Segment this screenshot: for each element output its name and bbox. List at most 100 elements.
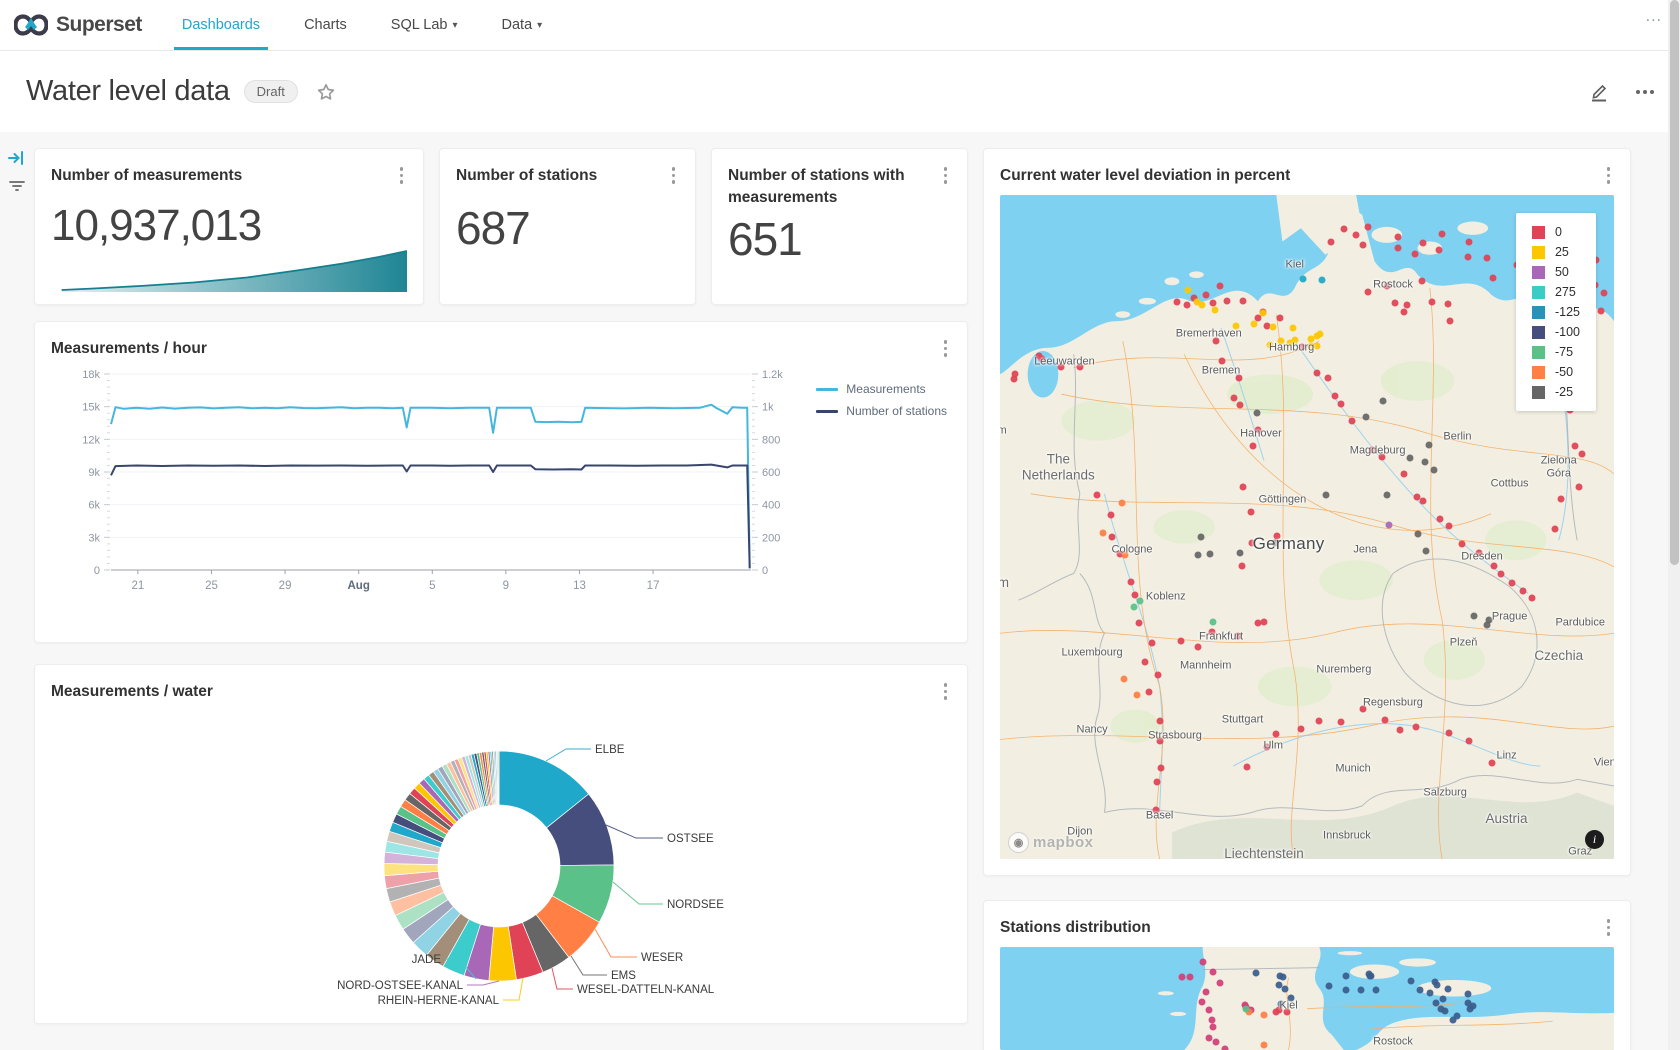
- map-legend-item[interactable]: -50: [1532, 365, 1580, 379]
- map-place-label: The Netherlands: [1022, 452, 1095, 483]
- chart-options-icon[interactable]: [940, 338, 952, 359]
- water-donut-card: Measurements / water ELBEOSTSEENORDSEEWE…: [34, 664, 968, 1024]
- svg-text:OSTSEE: OSTSEE: [667, 833, 714, 845]
- map-place-label: Graz: [1568, 846, 1592, 859]
- filter-icon[interactable]: [7, 176, 27, 201]
- hourly-chart-body: 18k1.2k15k1k12k8009k6006k4003k2000021252…: [51, 360, 951, 618]
- legend-value-label: 50: [1555, 265, 1569, 279]
- edit-pencil-icon[interactable]: [1588, 81, 1610, 103]
- legend-swatch: [816, 388, 838, 391]
- svg-text:Aug: Aug: [348, 580, 370, 592]
- chart-options-icon[interactable]: [1603, 917, 1615, 938]
- legend-value-label: -100: [1555, 325, 1580, 339]
- svg-text:0: 0: [94, 565, 100, 577]
- map-legend-item[interactable]: -25: [1532, 385, 1580, 399]
- kpi-card-stations: Number of stations 687: [439, 148, 696, 305]
- map-place-label: Hamburg: [1269, 341, 1314, 354]
- svg-text:800: 800: [762, 435, 780, 447]
- svg-text:WESER: WESER: [641, 952, 683, 964]
- svg-text:9k: 9k: [88, 467, 100, 479]
- kpi-value: 651: [728, 212, 951, 266]
- stations-map-canvas[interactable]: KielRostock: [1000, 947, 1614, 1050]
- map-place-label: Jena: [1353, 544, 1377, 557]
- chart-options-icon[interactable]: [396, 165, 408, 186]
- top-navbar: Superset Dashboards Charts SQL Lab Data …: [0, 0, 1680, 51]
- draft-badge[interactable]: Draft: [244, 80, 298, 103]
- map-place-label: Kiel: [1286, 258, 1304, 271]
- scrollbar-thumb[interactable]: [1670, 0, 1679, 565]
- legend-label: Measurements: [846, 382, 925, 396]
- map-legend-item[interactable]: 0: [1532, 225, 1580, 239]
- map-place-label: Czechia: [1534, 649, 1583, 665]
- kpi-card-measurements: Number of measurements 10,937,013: [34, 148, 424, 305]
- legend-color-swatch: [1532, 366, 1545, 379]
- map-place-label: Berlin: [1443, 431, 1471, 444]
- legend-value-label: -50: [1555, 365, 1573, 379]
- svg-text:25: 25: [205, 580, 218, 592]
- navbar-overflow-menu[interactable]: ...: [1646, 8, 1662, 26]
- expand-filter-bar-icon[interactable]: [7, 148, 27, 173]
- map-legend: 0 25 50 275 -125 -100 -75 -50 -25: [1516, 213, 1596, 411]
- map-attribution: ◉ mapbox: [1008, 832, 1094, 853]
- mapbox-logo-icon[interactable]: ◉: [1008, 832, 1029, 853]
- chart-options-icon[interactable]: [668, 165, 680, 186]
- chart-options-icon[interactable]: [1603, 165, 1615, 186]
- mapbox-wordmark[interactable]: mapbox: [1033, 834, 1094, 851]
- map-legend-item[interactable]: -75: [1532, 345, 1580, 359]
- map-place-label: Leeuwarden: [1034, 356, 1095, 369]
- legend-item[interactable]: Measurements: [816, 382, 947, 396]
- nav-tab-dashboards[interactable]: Dashboards: [160, 0, 282, 50]
- map-place-label: Magdeburg: [1350, 444, 1406, 457]
- svg-text:400: 400: [762, 500, 780, 512]
- map-legend-item[interactable]: 50: [1532, 265, 1580, 279]
- map-info-icon[interactable]: i: [1585, 830, 1604, 849]
- map-place-label: Regensburg: [1363, 697, 1423, 710]
- dashboard-header: Water level data Draft: [0, 51, 1680, 132]
- kpi-sparkline: [51, 236, 407, 294]
- legend-color-swatch: [1532, 286, 1545, 299]
- map-place-label: Prague: [1492, 610, 1527, 623]
- legend-color-swatch: [1532, 226, 1545, 239]
- map-place-label: Germany: [1253, 534, 1325, 554]
- page-scrollbar[interactable]: [1668, 0, 1680, 1050]
- map-legend-item[interactable]: 25: [1532, 245, 1580, 259]
- chart-title: Measurements / water: [51, 681, 213, 703]
- deviation-map-canvas[interactable]: LeeuwardenAmsterdamThe NetherlandsBremer…: [1000, 195, 1614, 859]
- map-place-label: Linz: [1496, 750, 1516, 763]
- map-legend-item[interactable]: -100: [1532, 325, 1580, 339]
- legend-value-label: -75: [1555, 345, 1573, 359]
- svg-text:1.2k: 1.2k: [762, 369, 783, 381]
- map-place-label: Pardubice: [1555, 617, 1605, 630]
- nav-tab-data[interactable]: Data: [480, 0, 565, 50]
- map-place-label: Bremerhaven: [1176, 328, 1242, 341]
- brand-name: Superset: [56, 13, 142, 37]
- map-place-label: Nancy: [1077, 723, 1108, 736]
- chart-options-icon[interactable]: [940, 165, 952, 186]
- nav-tab-sql-lab[interactable]: SQL Lab: [369, 0, 480, 50]
- svg-text:3k: 3k: [88, 533, 100, 545]
- svg-text:600: 600: [762, 467, 780, 479]
- map-place-label: Dresden: [1461, 551, 1503, 564]
- map-place-label: Bremen: [1202, 365, 1241, 378]
- map-place-label: Strasbourg: [1148, 730, 1202, 743]
- stations-map-card: Stations distribution: [983, 900, 1631, 1050]
- favorite-star-icon[interactable]: [316, 82, 336, 102]
- kpi-card-stations-with-measurements: Number of stations with measurements 651: [711, 148, 968, 305]
- legend-value-label: 0: [1555, 225, 1562, 239]
- dashboard-menu-icon[interactable]: [1636, 90, 1654, 94]
- legend-label: Number of stations: [846, 404, 947, 418]
- map-place-label: Munich: [1335, 763, 1370, 776]
- nav-tab-charts[interactable]: Charts: [282, 0, 369, 50]
- main-nav: Dashboards Charts SQL Lab Data: [160, 0, 564, 50]
- map-legend-item[interactable]: -125: [1532, 305, 1580, 319]
- legend-value-label: 275: [1555, 285, 1576, 299]
- map-legend-item[interactable]: 275: [1532, 285, 1580, 299]
- legend-color-swatch: [1532, 386, 1545, 399]
- svg-text:5: 5: [429, 580, 435, 592]
- chart-options-icon[interactable]: [940, 681, 952, 702]
- legend-swatch: [816, 410, 838, 413]
- chart-title: Stations distribution: [1000, 917, 1151, 939]
- legend-item[interactable]: Number of stations: [816, 404, 947, 418]
- chart-title: Number of stations with measurements: [728, 165, 918, 210]
- superset-brand[interactable]: Superset: [0, 0, 160, 50]
